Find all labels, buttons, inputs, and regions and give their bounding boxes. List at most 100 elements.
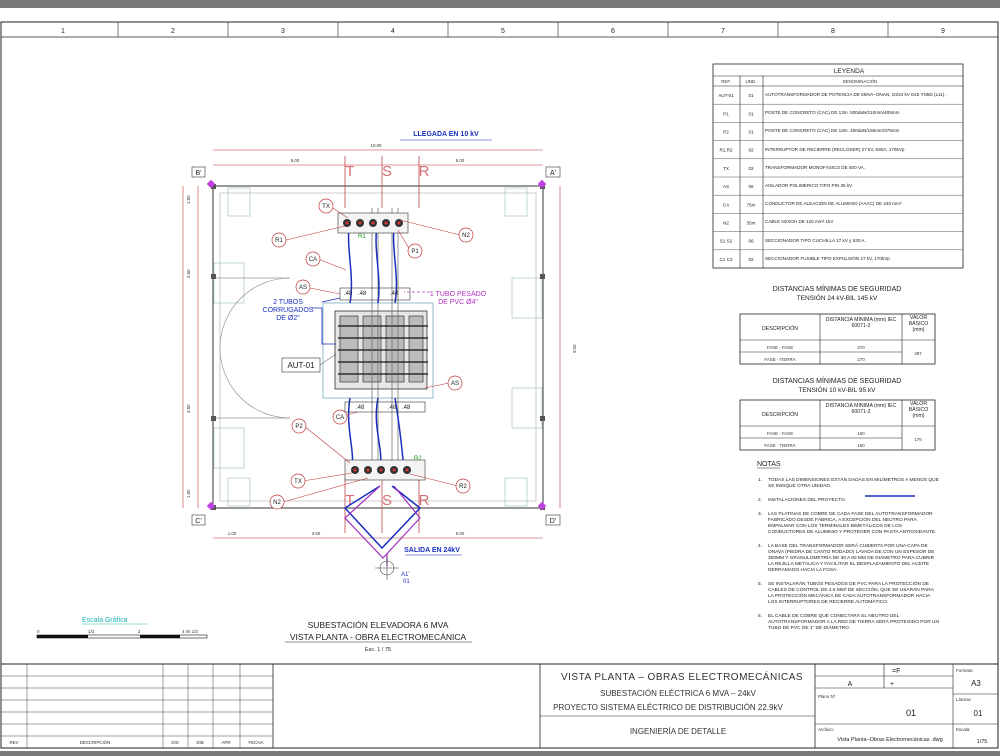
corner-a: A'	[550, 170, 556, 177]
note-line: AUTOTRANSFORMADOR A LA RED DE TIERRA SER…	[768, 618, 939, 625]
scale-tick-2: 2	[138, 629, 141, 634]
legend-desc: AISLADOR POLIMÉRICO TIPO PIN 36 kV	[765, 183, 853, 189]
safety24-row1-val: 270	[857, 345, 865, 350]
notes-section: NOTAS 1. TODAS LAS DIMENSIONES ESTÁN DADA…	[757, 461, 939, 631]
column-number: 1	[61, 28, 65, 35]
callout-label: R1	[275, 238, 283, 244]
legend-desc: POSTE DE CONCRETO (CAC) DE 13m. 500daN/2…	[765, 110, 900, 116]
note-number: 2.	[758, 497, 762, 503]
legend-ref: R1,R2	[719, 148, 732, 153]
note-line: 300MM Y GRANULOMETRÍA DE 30 A 60 MM DE D…	[768, 554, 935, 561]
cell-a: A	[848, 681, 853, 688]
graphic-scale-title: Escala Gráfica	[82, 617, 128, 624]
legend-desc: CONDUCTOR DE ALEACIÓN DE ALUMINIO (AAAC)…	[765, 201, 902, 207]
pvc-note-2: DE PVC Ø4"	[438, 299, 478, 306]
dim-bottom-3: 5.00	[456, 531, 465, 536]
safety10-header-dist: DISTANCIA MÍNIMA (mm) IEC 60071-2	[825, 403, 897, 415]
note-line: LAS PLATINAS DE COBRE DE CADA FASE DEL A…	[768, 511, 933, 517]
cad-drawing: 123456789 10.00 5.00 5.00 1.00 3.60 5.00…	[0, 21, 999, 749]
departure-label: SALIDA EN 24kV	[404, 547, 460, 554]
rev-header-dis: DIS	[171, 740, 178, 745]
safety10-header-desc: DESCRIPCIÓN	[762, 411, 798, 418]
safety24-row1-desc: FASE - FASE	[767, 345, 793, 350]
callout-label: CA	[336, 415, 344, 421]
dim-left-1: 1.50	[186, 195, 191, 204]
column-number: 8	[831, 28, 835, 35]
note-number: 6.	[758, 613, 762, 619]
note-line: CONDUCTORES DE ALUMINIO Y PROTEGER CON P…	[768, 529, 936, 535]
rev-header-rev: REV	[9, 740, 18, 745]
bushing-label-6: .48	[402, 405, 411, 411]
callout-label: AS	[451, 381, 459, 387]
note-number: 3.	[758, 511, 762, 517]
column-number: 2	[171, 28, 175, 35]
bushing-label-1: .48	[344, 291, 353, 297]
conduit-note-3: DE Ø2"	[276, 315, 300, 322]
phase-top-r: R	[419, 163, 430, 180]
column-number: 5	[501, 28, 505, 35]
bushing-label-3: .48	[390, 291, 399, 297]
formato-value: A3	[971, 679, 981, 688]
green-label-r2: R2	[414, 456, 422, 462]
title-sub2: PROYECTO SISTEMA ELÉCTRICO DE DISTRIBUCI…	[553, 703, 783, 712]
note-line: ONAVA (PIEDRA DE CANTO RODADO) LAVADA DE…	[768, 549, 934, 555]
archivo-label: Archivo:	[818, 727, 834, 732]
section-ref-2: 01	[403, 579, 410, 585]
legend-und: 02	[748, 148, 754, 153]
note-line: DERRAMADO HACIA LA FOSA.	[768, 567, 838, 573]
legend-desc: AUTOTRANSFORMADOR DE POTENCIA DE 6MVA–ON…	[765, 92, 946, 98]
callout-label: CA	[309, 257, 317, 263]
rev-header-apr: APR	[221, 740, 230, 745]
scale-tick-1: 1/3	[88, 629, 95, 634]
callout-label: P1	[411, 249, 419, 255]
note-line: SE INSTALARÁN TUBOS PESADOS DE PVC PARA …	[768, 580, 929, 587]
note-number: 1.	[758, 477, 762, 483]
safety24-header-basic: VALOR BÁSICO (mm)	[908, 315, 929, 333]
legend-desc: SECCIONADOR TIPO CUCHILLA 27 kV y 630 A.	[765, 237, 866, 243]
safety24-row2-val: 270	[857, 357, 865, 362]
note-line: INSTALACIONES DEL PROYECTO.	[768, 497, 846, 503]
legend-und: 06	[748, 184, 754, 189]
plan-subtitle: VISTA PLANTA - OBRA ELECTROMECÁNICA	[290, 632, 467, 642]
note-line: EMPALMAR CON LOS TERMINALES BIMETÁLICOS …	[768, 522, 902, 529]
safety-table-24kv: DISTANCIAS MÍNIMAS DE SEGURIDAD TENSIÓN …	[739, 284, 936, 365]
green-label-r1: R1	[358, 234, 366, 240]
safety10-row1-val: 160	[857, 431, 865, 436]
corner-c: C'	[195, 518, 201, 525]
legend-und: 35m	[747, 221, 756, 226]
note-line: LOS INTERRUPTORES DE RECIERRE AUTOMÁTICO…	[768, 598, 888, 605]
dim-left-3: 3.50	[186, 404, 191, 413]
legend-ref: C1 C2	[719, 257, 732, 262]
note-line: TUBO DE PVC DE 1" DE DIÁMETRO.	[768, 624, 850, 631]
scale-tick-0: 0	[37, 629, 40, 634]
cell-f: =F	[892, 668, 900, 675]
rev-header-fecha: FECHA	[249, 740, 264, 745]
drawing-sheet: 123456789 10.00 5.00 5.00 1.00 3.60 5.00…	[0, 8, 1000, 751]
safety24-subtitle: TENSIÓN 24 kV-BIL 145 kV	[797, 293, 878, 302]
legend-ref: P2	[723, 130, 729, 135]
escala-value: 1/75	[977, 739, 988, 745]
legend-und: 01	[748, 111, 754, 116]
safety10-header-basic: VALOR BÁSICO (mm)	[908, 401, 929, 419]
dim-total: 10.00	[371, 143, 383, 148]
column-number: 7	[721, 28, 725, 35]
callout-label: P2	[295, 424, 303, 430]
title-main: VISTA PLANTA – OBRAS ELECTROMECÁNICAS	[561, 670, 803, 683]
title-sub1: SUBESTACIÓN ELÉCTRICA 6 MVA – 24kV	[600, 689, 756, 698]
legend-und: 02	[748, 257, 754, 262]
legend-ref: S1 S2	[720, 239, 733, 244]
archivo-value: Vista Planta–Obras Electromecánicas .dwg	[837, 737, 942, 743]
legend-und: 02	[748, 166, 754, 171]
note-number: 4.	[758, 543, 762, 549]
legend-und: 75m	[747, 202, 756, 207]
callout-label: TX	[322, 204, 330, 210]
safety10-basic: 176	[914, 437, 922, 442]
safety10-row2-desc: FASE - TIERRA	[764, 443, 795, 448]
note-line: FABRICADO DESDE FÁBRICA, A EXCEPCIÓN DEL…	[768, 516, 918, 523]
lower-equipment	[344, 401, 426, 481]
transformer-tag: AUT-01	[287, 361, 315, 370]
graphic-scale: Escala Gráfica 0 1/3 2 4 mt 1/3	[36, 617, 208, 639]
legend-header-ref: REF.	[721, 79, 731, 84]
safety24-header-desc: DESCRIPCIÓN	[762, 325, 798, 332]
section-ref-1: A1'	[401, 572, 409, 578]
